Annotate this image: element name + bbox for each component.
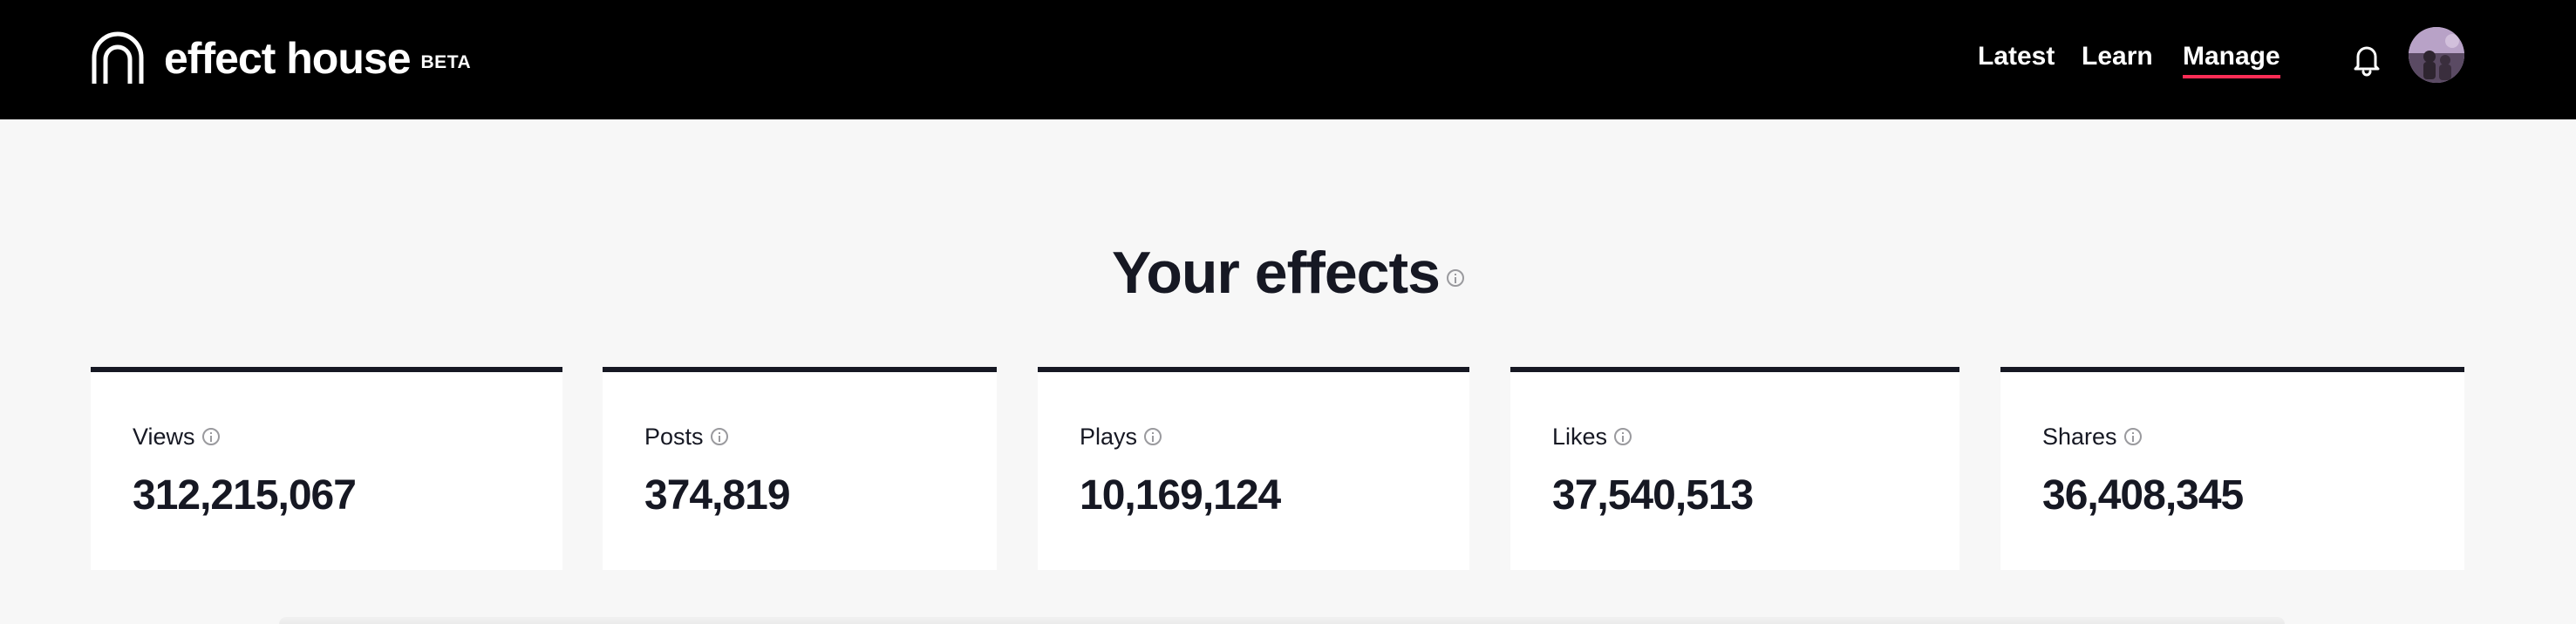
stat-value: 374,819 — [644, 472, 791, 519]
nav-link-latest[interactable]: Latest — [1978, 39, 2055, 74]
stat-label: Views — [133, 424, 195, 450]
page-title-row: Your effects — [0, 234, 2576, 312]
logo-wordmark: effect house — [164, 34, 412, 83]
stat-label-row: Views — [133, 421, 220, 452]
stat-card-shares: Shares 36,408,345 — [2000, 367, 2464, 570]
effect-house-logo[interactable]: effect house BETA — [91, 31, 471, 85]
stat-value: 10,169,124 — [1080, 472, 1281, 519]
stat-card-views: Views 312,215,067 — [91, 367, 562, 570]
stat-label: Plays — [1080, 424, 1138, 450]
info-icon[interactable] — [1614, 428, 1632, 445]
stat-label-row: Likes — [1552, 421, 1632, 452]
stat-value: 37,540,513 — [1552, 472, 1754, 519]
stat-card-posts: Posts 374,819 — [603, 367, 997, 570]
avatar-photo — [2409, 27, 2464, 83]
avatar[interactable] — [2409, 27, 2464, 83]
stat-label: Shares — [2042, 424, 2117, 450]
bell-icon[interactable] — [2351, 42, 2382, 77]
effect-house-logo-icon — [92, 31, 144, 84]
stat-label: Posts — [644, 424, 704, 450]
info-icon[interactable] — [201, 428, 220, 445]
nav-link-manage[interactable]: Manage — [2183, 39, 2280, 78]
stat-card-likes: Likes 37,540,513 — [1510, 367, 1959, 570]
stat-card-plays: Plays 10,169,124 — [1038, 367, 1469, 570]
info-icon[interactable] — [1446, 269, 1464, 287]
stat-value: 312,215,067 — [133, 472, 357, 519]
stat-label-row: Plays — [1080, 421, 1162, 452]
stat-label-row: Shares — [2042, 421, 2142, 452]
page-title: Your effects — [1112, 240, 1441, 306]
info-icon[interactable] — [1144, 428, 1162, 445]
top-navigation-bar: effect house BETA Latest Learn Manage — [0, 0, 2576, 119]
nav-link-learn[interactable]: Learn — [2082, 39, 2153, 74]
stat-label: Likes — [1552, 424, 1608, 450]
stat-value: 36,408,345 — [2042, 472, 2244, 519]
info-icon[interactable] — [2123, 428, 2142, 445]
info-icon[interactable] — [710, 428, 728, 445]
beta-badge: BETA — [420, 52, 472, 72]
stat-label-row: Posts — [644, 421, 728, 452]
next-panel-edge — [279, 617, 2285, 624]
